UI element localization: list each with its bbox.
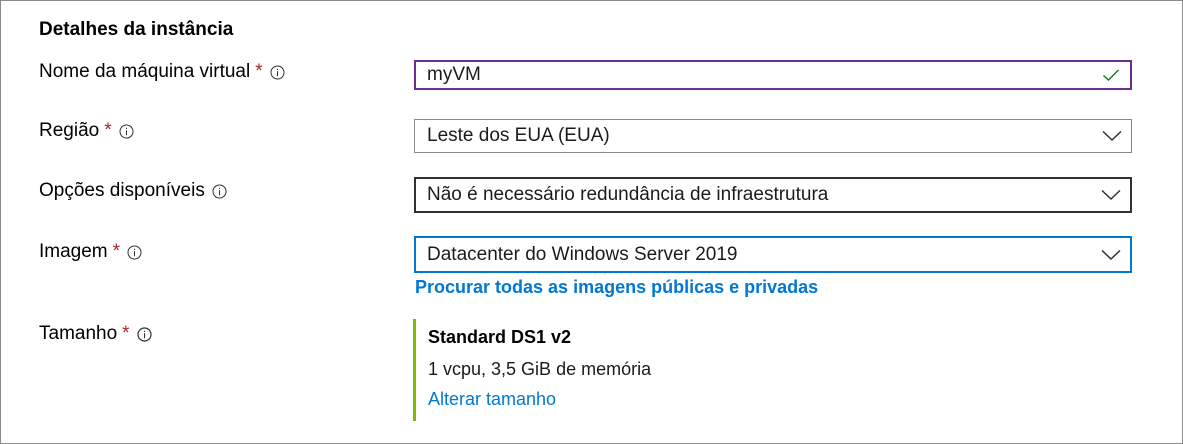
region-value: Leste dos EUA (EUA) (427, 125, 610, 146)
size-description: 1 vcpu, 3,5 GiB de memória (428, 359, 652, 379)
info-icon[interactable] (119, 124, 134, 139)
vm-name-label-text: Nome da máquina virtual (39, 61, 251, 82)
browse-images-link[interactable]: Procurar todas as imagens públicas e pri… (415, 277, 818, 298)
required-marker: * (122, 323, 130, 344)
vm-name-input[interactable]: myVM (414, 60, 1132, 90)
availability-select[interactable]: Não é necessário redundância de infraest… (414, 177, 1132, 213)
region-select[interactable]: Leste dos EUA (EUA) (414, 119, 1132, 153)
required-marker: * (112, 241, 121, 262)
availability-label-text: Opções disponíveis (39, 180, 205, 201)
chevron-down-icon (1100, 184, 1122, 206)
instance-details-panel: Detalhes da instância Nome da máquina vi… (0, 0, 1183, 444)
image-label-text: Imagem (39, 241, 108, 262)
check-icon (1100, 64, 1122, 86)
size-summary: Standard DS1 v2 1 vcpu, 3,5 GiB de memór… (413, 319, 651, 421)
info-icon[interactable] (212, 184, 227, 199)
section-title: Detalhes da instância (39, 19, 234, 40)
vm-name-label: Nome da máquina virtual * (39, 61, 285, 83)
change-size-link[interactable]: Alterar tamanho (428, 389, 651, 410)
required-marker: * (104, 120, 112, 141)
image-select[interactable]: Datacenter do Windows Server 2019 (414, 236, 1132, 273)
required-marker: * (255, 61, 263, 82)
info-icon[interactable] (136, 326, 152, 342)
chevron-down-icon (1100, 244, 1122, 266)
info-icon[interactable] (127, 245, 142, 260)
info-icon[interactable] (270, 65, 285, 80)
region-label-text: Região (39, 120, 100, 141)
chevron-down-icon (1101, 125, 1123, 147)
size-label-text: Tamanho (39, 323, 118, 344)
image-label: Imagem * (39, 241, 142, 263)
size-label: Tamanho * (39, 323, 152, 345)
size-name: Standard DS1 v2 (428, 327, 572, 347)
availability-value: Não é necessário redundância de infraest… (427, 184, 829, 205)
image-value: Datacenter do Windows Server 2019 (427, 243, 738, 265)
region-label: Região * (39, 120, 134, 142)
vm-name-value: myVM (427, 64, 481, 85)
availability-label: Opções disponíveis (39, 180, 227, 202)
